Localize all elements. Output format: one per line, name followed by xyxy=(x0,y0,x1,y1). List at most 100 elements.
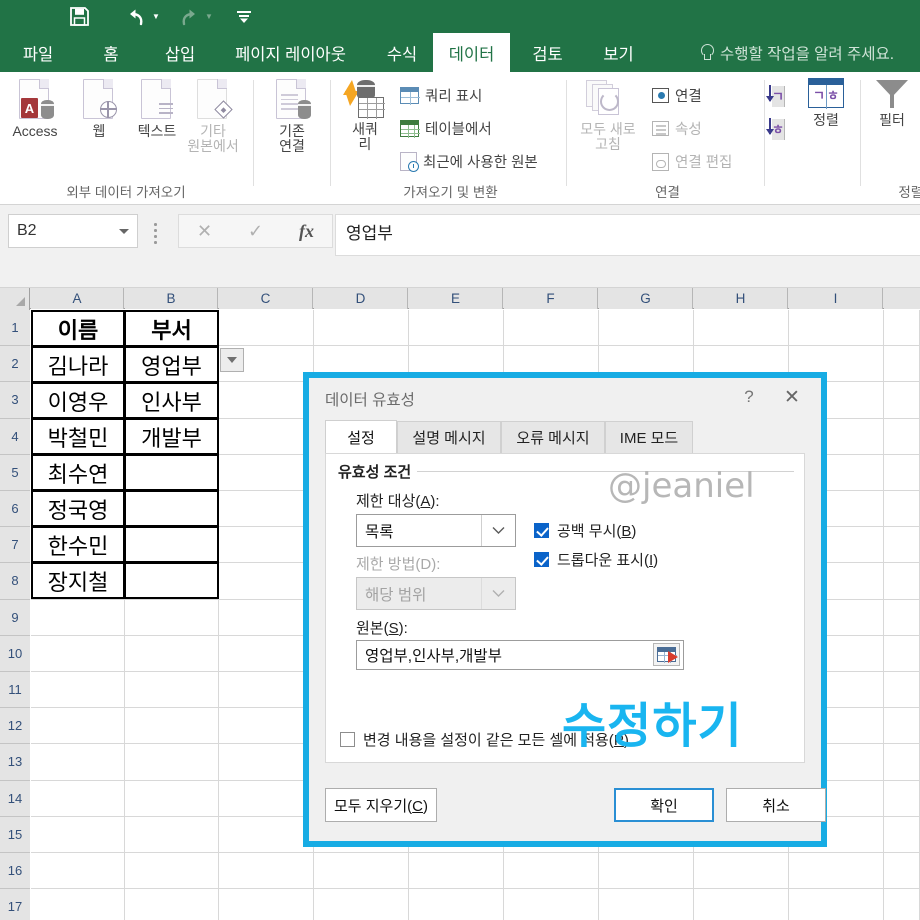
row-header-16[interactable]: 16 xyxy=(0,853,30,889)
grid-cell[interactable] xyxy=(884,527,920,563)
grid-cell[interactable] xyxy=(31,708,125,744)
grid-cell[interactable] xyxy=(125,708,219,744)
grid-cell[interactable] xyxy=(31,672,125,708)
grid-cell[interactable] xyxy=(409,889,504,920)
grid-cell[interactable] xyxy=(884,817,920,853)
row-header-2[interactable]: 2 xyxy=(0,346,30,382)
undo-dropdown-icon[interactable]: ▼ xyxy=(149,3,163,31)
column-header-a[interactable]: A xyxy=(31,288,124,309)
undo-icon[interactable] xyxy=(119,3,153,31)
ribbon-button-from-other-sources[interactable]: 기타 원본에서 xyxy=(180,78,246,155)
cell-B7[interactable] xyxy=(124,526,219,563)
clear-all-button[interactable]: 모두 지우기(C) xyxy=(325,788,437,822)
dialog-tab-settings[interactable]: 설정 xyxy=(325,420,397,454)
grid-cell[interactable] xyxy=(31,744,125,780)
grid-cell[interactable] xyxy=(31,817,125,853)
column-header-e[interactable]: E xyxy=(409,288,503,309)
name-box[interactable]: B2 xyxy=(8,214,138,248)
grid-cell[interactable] xyxy=(884,889,920,920)
chevron-down-icon[interactable] xyxy=(119,229,129,234)
grid-cell[interactable] xyxy=(219,817,314,853)
row-header-4[interactable]: 4 xyxy=(0,419,30,455)
select-all-corner[interactable] xyxy=(0,288,30,309)
grid-cell[interactable] xyxy=(219,853,314,889)
grid-cell[interactable] xyxy=(504,889,599,920)
grid-cell[interactable] xyxy=(219,563,314,599)
grid-cell[interactable] xyxy=(125,636,219,672)
grid-cell[interactable] xyxy=(219,636,314,672)
cell-B4[interactable]: 개발부 xyxy=(124,418,219,455)
checkbox-in-cell-dropdown[interactable] xyxy=(534,552,549,567)
cell-A8[interactable]: 장지철 xyxy=(31,562,125,599)
row-header-3[interactable]: 3 xyxy=(0,382,30,418)
ribbon-button-existing-connections[interactable]: 기존 연결 xyxy=(259,78,325,155)
column-header-g[interactable]: G xyxy=(599,288,693,309)
ribbon-item-from-table[interactable]: 테이블에서 xyxy=(400,118,492,139)
grid-cell[interactable] xyxy=(219,310,314,346)
grid-cell[interactable] xyxy=(219,382,314,418)
grid-cell[interactable] xyxy=(694,853,789,889)
grid-cell[interactable] xyxy=(884,310,920,346)
cell-B8[interactable] xyxy=(124,562,219,599)
grid-cell[interactable] xyxy=(409,853,504,889)
grid-cell[interactable] xyxy=(504,853,599,889)
tab-formulas[interactable]: 수식 xyxy=(373,33,431,72)
grid-cell[interactable] xyxy=(219,455,314,491)
grid-cell[interactable] xyxy=(599,889,694,920)
grid-cell[interactable] xyxy=(125,889,219,920)
grid-cell[interactable] xyxy=(219,781,314,817)
cell-A2[interactable]: 김나라 xyxy=(31,346,125,383)
row-header-1[interactable]: 1 xyxy=(0,310,30,346)
grid-cell[interactable] xyxy=(884,455,920,491)
row-header-14[interactable]: 14 xyxy=(0,781,30,817)
cell-B5[interactable] xyxy=(124,454,219,491)
grid-cell[interactable] xyxy=(884,636,920,672)
row-header-9[interactable]: 9 xyxy=(0,600,30,636)
column-header-c[interactable]: C xyxy=(219,288,313,309)
checkbox-ignore-blank[interactable] xyxy=(534,523,549,538)
row-header-15[interactable]: 15 xyxy=(0,817,30,853)
close-icon[interactable]: ✕ xyxy=(777,384,807,410)
grid-cell[interactable] xyxy=(789,310,884,346)
tab-review[interactable]: 검토 xyxy=(519,33,576,72)
grid-cell[interactable] xyxy=(694,310,789,346)
grid-cell[interactable] xyxy=(504,310,599,346)
grid-cell[interactable] xyxy=(31,600,125,636)
column-header-j-partial[interactable] xyxy=(884,288,920,309)
help-icon[interactable]: ? xyxy=(735,384,763,410)
ok-button[interactable]: 확인 xyxy=(614,788,714,822)
cancel-button[interactable]: 취소 xyxy=(726,788,826,822)
column-header-h[interactable]: H xyxy=(694,288,788,309)
cell-B6[interactable] xyxy=(124,490,219,527)
range-selector-icon[interactable] xyxy=(653,643,680,666)
confirm-icon[interactable]: ✓ xyxy=(230,221,281,242)
dropdown-arrow-icon[interactable] xyxy=(220,348,244,372)
grid-cell[interactable] xyxy=(125,817,219,853)
ribbon-item-show-queries[interactable]: 쿼리 표시 xyxy=(400,85,482,106)
grid-cell[interactable] xyxy=(884,744,920,780)
cell-A1[interactable]: 이름 xyxy=(31,310,125,347)
ribbon-button-sort[interactable]: ㄱㅎ 정렬 xyxy=(800,78,852,128)
grid-cell[interactable] xyxy=(789,853,884,889)
grid-cell[interactable] xyxy=(884,346,920,382)
row-header-11[interactable]: 11 xyxy=(0,672,30,708)
row-header-7[interactable]: 7 xyxy=(0,527,30,563)
cell-B2[interactable]: 영업부 xyxy=(124,346,219,383)
grid-cell[interactable] xyxy=(219,744,314,780)
grid-cell[interactable] xyxy=(884,600,920,636)
grid-cell[interactable] xyxy=(884,853,920,889)
column-header-f[interactable]: F xyxy=(504,288,598,309)
grid-cell[interactable] xyxy=(884,382,920,418)
dialog-tab-ime-mode[interactable]: IME 모드 xyxy=(605,421,693,453)
grid-cell[interactable] xyxy=(125,600,219,636)
data-dropdown[interactable]: 해당 범위 xyxy=(356,577,516,610)
insert-function-icon[interactable]: fx xyxy=(281,221,332,242)
save-icon[interactable] xyxy=(62,3,96,31)
grid-cell[interactable] xyxy=(314,310,409,346)
ribbon-item-recent-sources[interactable]: 최근에 사용한 원본 xyxy=(400,151,538,172)
grid-cell[interactable] xyxy=(314,853,409,889)
checkbox-row-in-cell-dropdown[interactable]: 드롭다운 표시(I) xyxy=(534,549,658,570)
cell-B3[interactable]: 인사부 xyxy=(124,382,219,419)
customize-toolbar-icon[interactable] xyxy=(227,3,261,31)
ribbon-button-new-query[interactable]: 새쿼 리 xyxy=(335,78,395,153)
